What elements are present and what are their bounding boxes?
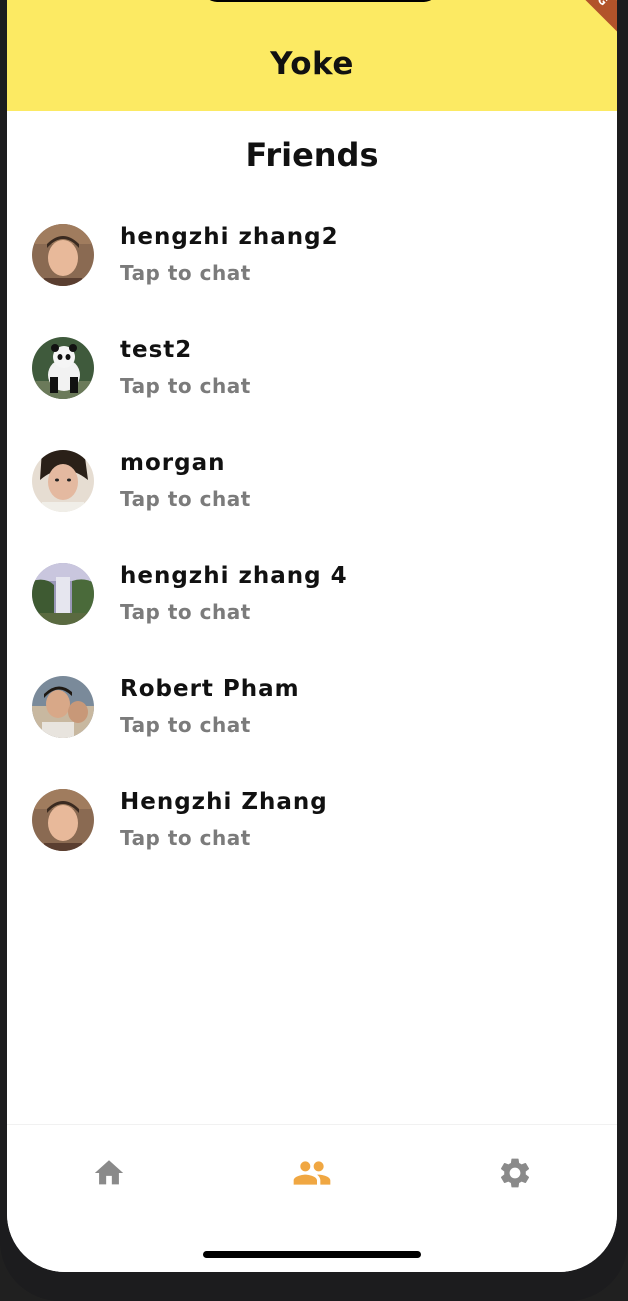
friend-list-item[interactable]: Robert Pham Tap to chat (7, 662, 617, 775)
nav-friends-button[interactable] (290, 1151, 334, 1195)
app-title: Yoke (270, 46, 354, 82)
friend-name: Hengzhi Zhang (120, 789, 328, 815)
people-icon (293, 1161, 331, 1185)
page-title: Friends (245, 136, 379, 174)
nav-settings-button[interactable] (493, 1151, 537, 1195)
app-bar: Yoke G (7, 0, 617, 111)
avatar (32, 676, 94, 738)
friend-list: hengzhi zhang2 Tap to chat test2 Tap to … (7, 210, 617, 888)
nav-home-button[interactable] (87, 1151, 131, 1195)
friend-name: test2 (120, 337, 193, 363)
home-icon (94, 1160, 124, 1185)
avatar (32, 337, 94, 399)
bottom-navigation-bar (7, 1124, 617, 1272)
friend-subtitle: Tap to chat (120, 374, 251, 398)
home-indicator (203, 1251, 421, 1258)
avatar (32, 450, 94, 512)
friend-list-item[interactable]: test2 Tap to chat (7, 323, 617, 436)
friend-list-item[interactable]: morgan Tap to chat (7, 436, 617, 549)
avatar (32, 224, 94, 286)
app-screen: Yoke G Friends hengzhi zhang2 Tap to cha… (7, 0, 617, 1272)
avatar (32, 563, 94, 625)
friend-subtitle: Tap to chat (120, 713, 251, 737)
friend-subtitle: Tap to chat (120, 487, 251, 511)
debug-banner: G (562, 0, 617, 41)
avatar (32, 789, 94, 851)
friend-subtitle: Tap to chat (120, 826, 251, 850)
friend-subtitle: Tap to chat (120, 261, 251, 285)
friend-list-item[interactable]: Hengzhi Zhang Tap to chat (7, 775, 617, 888)
friend-list-item[interactable]: hengzhi zhang2 Tap to chat (7, 210, 617, 323)
device-notch (203, 0, 438, 2)
friend-name: hengzhi zhang2 (120, 224, 339, 250)
friend-name: Robert Pham (120, 676, 300, 702)
friend-subtitle: Tap to chat (120, 600, 251, 624)
settings-gear-icon (500, 1158, 530, 1188)
friend-name: hengzhi zhang 4 (120, 563, 348, 589)
friend-list-item[interactable]: hengzhi zhang 4 Tap to chat (7, 549, 617, 662)
friend-name: morgan (120, 450, 226, 476)
